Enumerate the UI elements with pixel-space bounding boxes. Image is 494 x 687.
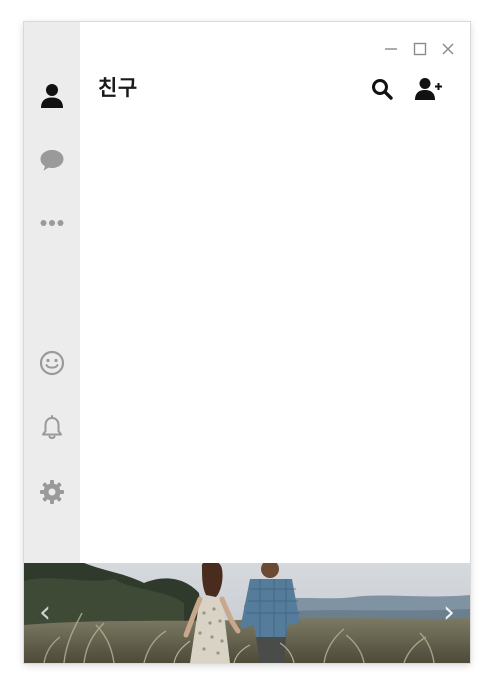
add-friend-icon bbox=[415, 78, 442, 100]
sidebar-item-more[interactable] bbox=[38, 209, 66, 237]
close-button[interactable] bbox=[439, 40, 457, 58]
minimize-button[interactable] bbox=[382, 40, 400, 58]
maximize-button[interactable] bbox=[411, 40, 429, 58]
search-button[interactable] bbox=[367, 74, 397, 104]
add-friend-button[interactable] bbox=[414, 74, 444, 104]
friend-list-area bbox=[80, 122, 470, 563]
sidebar-item-notifications[interactable] bbox=[38, 414, 66, 442]
app-window: 친구 ‹ › bbox=[24, 22, 470, 663]
chat-bubble-icon bbox=[40, 150, 64, 171]
more-dots-icon bbox=[40, 220, 64, 226]
smiley-icon bbox=[39, 350, 65, 376]
ad-banner[interactable]: ‹ › bbox=[24, 563, 470, 663]
page-title: 친구 bbox=[98, 76, 138, 100]
sidebar-item-friends[interactable] bbox=[38, 82, 66, 110]
banner-image bbox=[24, 563, 470, 663]
bell-icon bbox=[42, 415, 62, 439]
maximize-icon bbox=[413, 42, 427, 56]
chevron-right-icon: › bbox=[443, 595, 455, 630]
person-icon bbox=[41, 84, 63, 108]
sidebar-item-settings[interactable] bbox=[38, 478, 66, 506]
minimize-icon bbox=[385, 48, 397, 50]
banner-prev-button[interactable]: ‹ bbox=[34, 595, 56, 630]
sidebar-item-chats[interactable] bbox=[38, 146, 66, 174]
gear-icon bbox=[40, 480, 64, 504]
banner-next-button[interactable]: › bbox=[438, 595, 460, 630]
chevron-left-icon: ‹ bbox=[39, 595, 51, 630]
search-icon bbox=[372, 79, 393, 100]
close-icon bbox=[442, 43, 454, 55]
sidebar-item-emoticon[interactable] bbox=[38, 349, 66, 377]
sidebar bbox=[24, 22, 80, 563]
